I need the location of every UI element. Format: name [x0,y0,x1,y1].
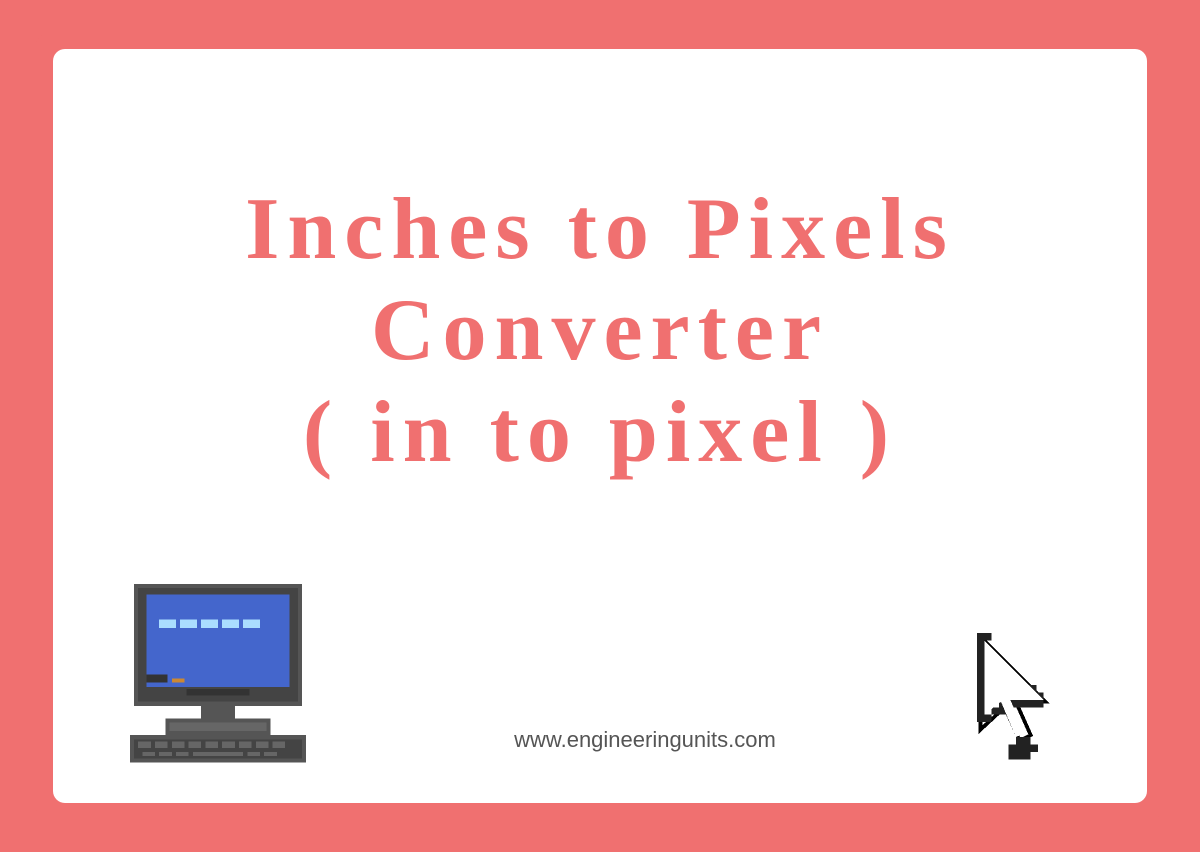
bottom-section: www.engineeringunits.com [113,573,1087,773]
title-line3: ( in to pixel ) [303,384,897,481]
outer-border: Inches to Pixels Converter ( in to pixel… [35,31,1165,821]
title-line2: Converter [371,282,829,379]
pixel-cursor-icon [967,633,1087,763]
page-title: Inches to Pixels Converter ( in to pixel… [245,179,955,483]
website-url: www.engineeringunits.com [323,727,967,763]
title-line1: Inches to Pixels [245,181,955,278]
pixel-computer-icon [113,573,323,763]
inner-card: Inches to Pixels Converter ( in to pixel… [53,49,1147,803]
title-section: Inches to Pixels Converter ( in to pixel… [245,89,955,573]
